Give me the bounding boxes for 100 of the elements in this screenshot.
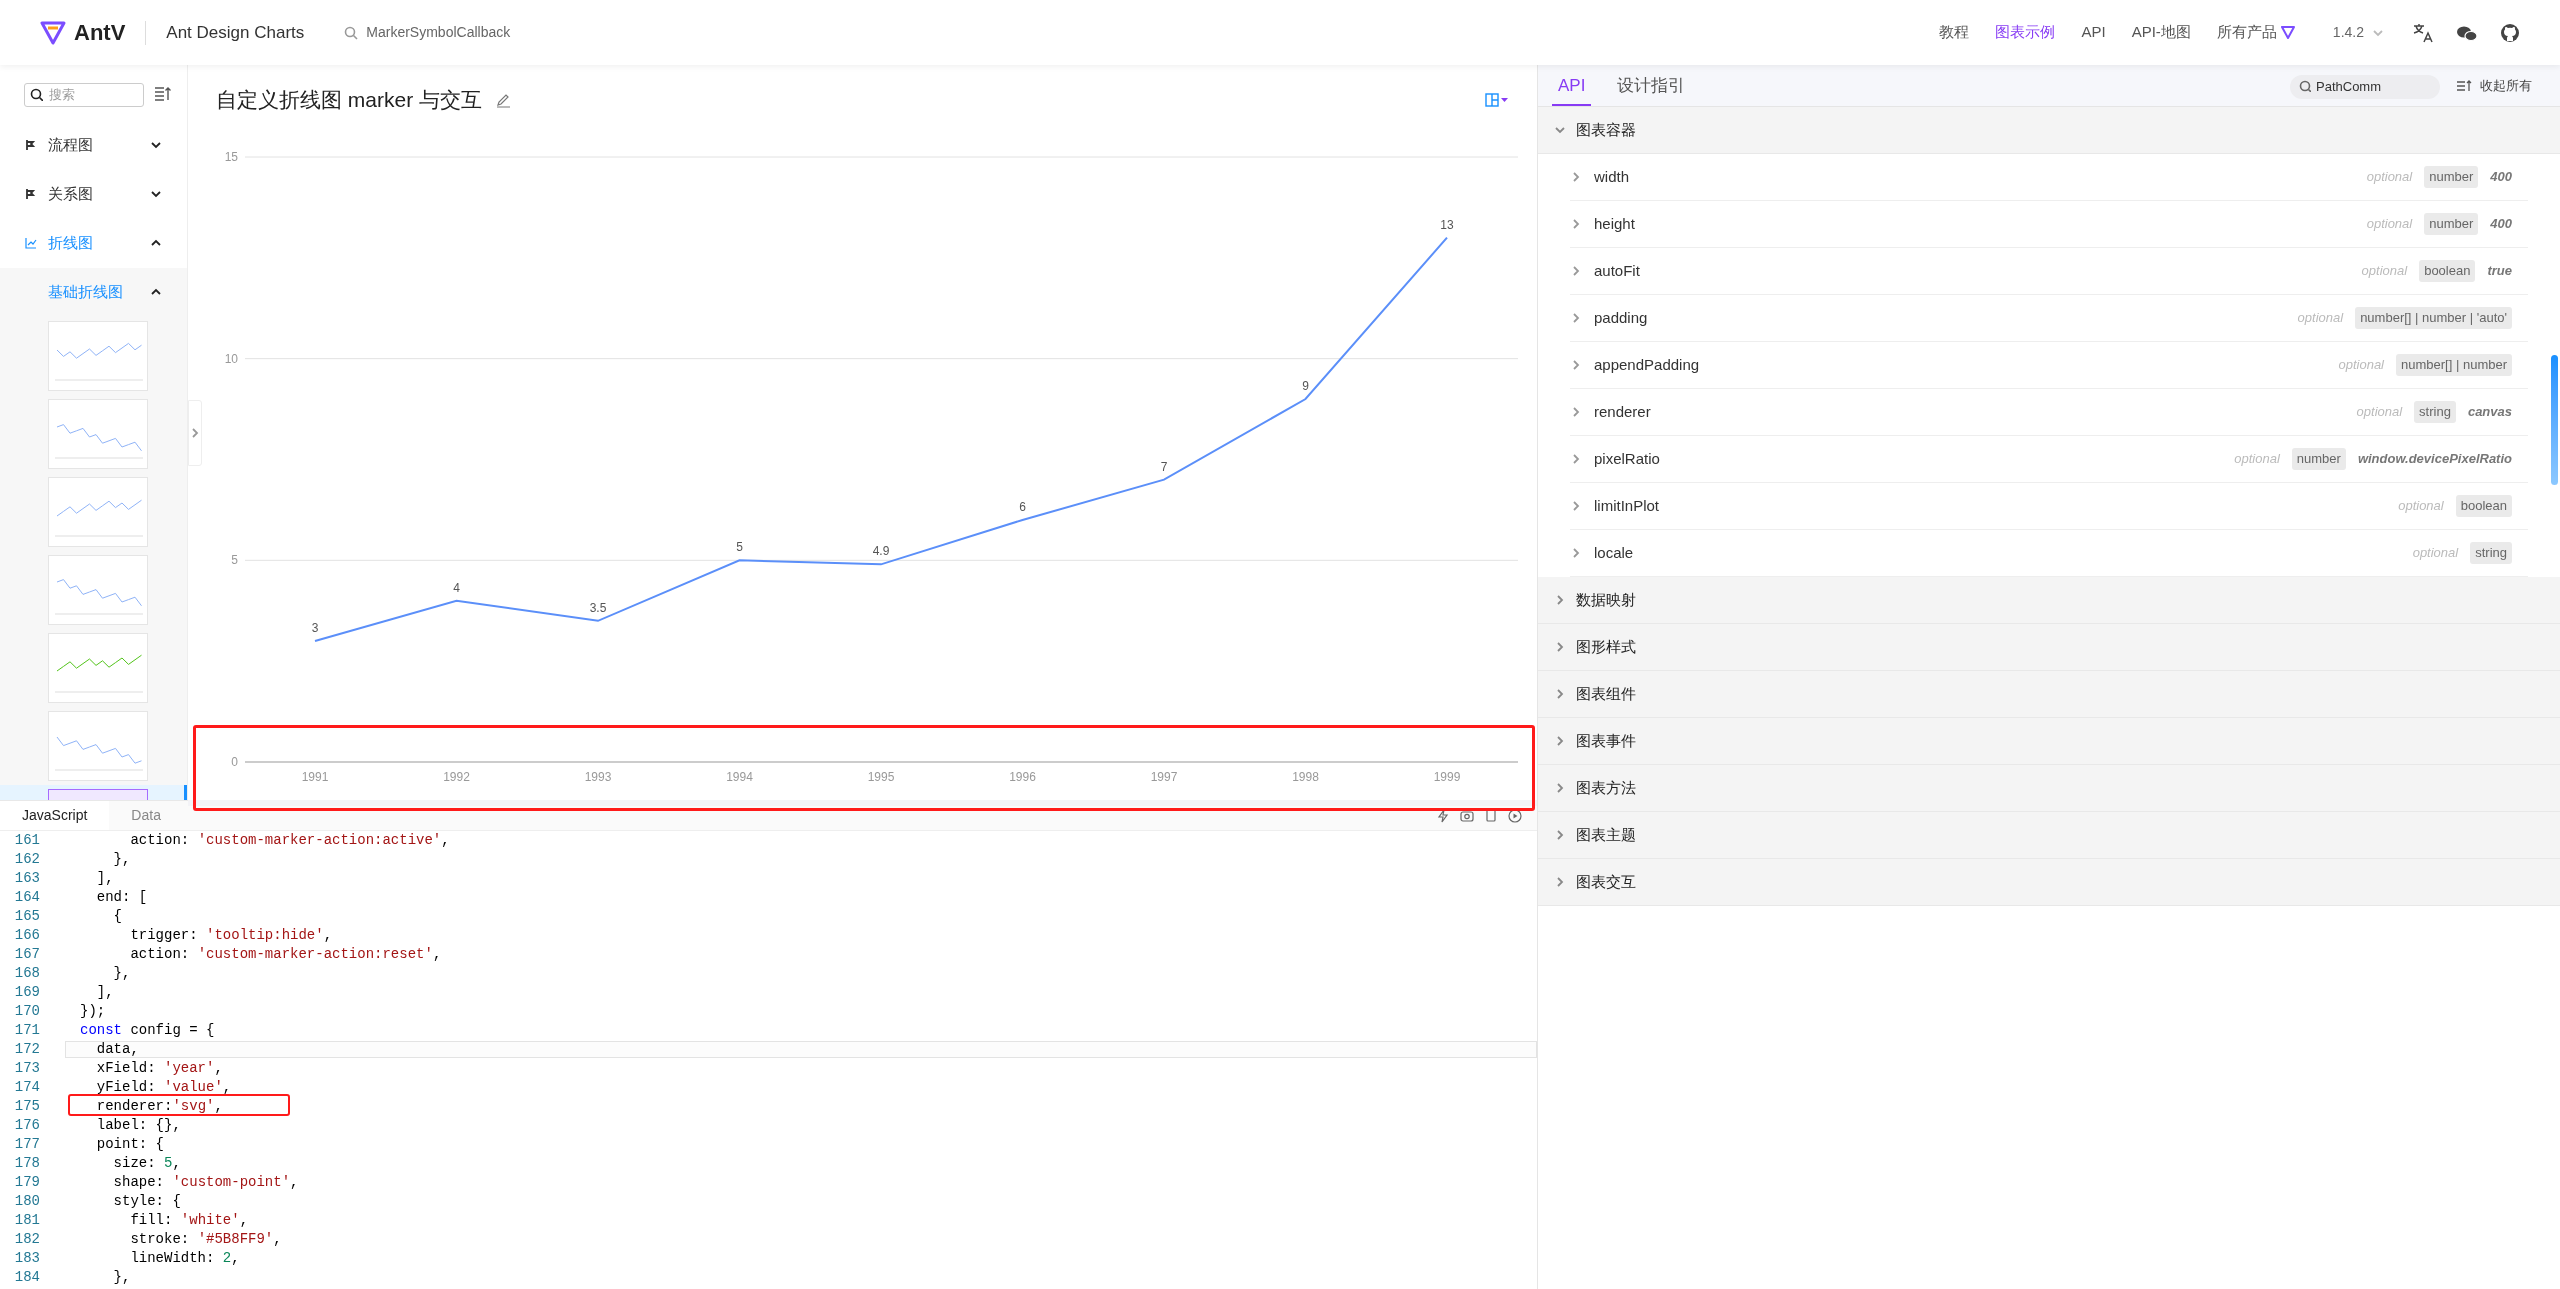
nav-link[interactable]: API-地图	[2131, 21, 2191, 44]
chevron-icon	[1554, 641, 1566, 653]
section-header[interactable]: 图表容器	[1538, 107, 2560, 154]
type-tag: boolean	[2455, 495, 2512, 517]
prop-name[interactable]: autoFit	[1594, 259, 2362, 283]
data-label: 13	[1440, 217, 1454, 232]
search-text[interactable]: MarkerSymbolCallback	[366, 22, 511, 43]
code-line: });	[80, 1003, 106, 1020]
nav-link[interactable]: 所有产品	[2216, 21, 2295, 44]
section-header[interactable]: 图形样式	[1538, 624, 2560, 671]
line-number: 182	[13, 1230, 40, 1249]
flag-icon	[25, 188, 37, 200]
optional-label: optional	[2356, 403, 2403, 422]
search-icon	[2299, 80, 2311, 93]
chevron-icon	[1570, 500, 1582, 512]
prop-name[interactable]: pixelRatio	[1594, 447, 2235, 471]
chevron-icon	[150, 188, 162, 200]
section-header[interactable]: 图表组件	[1538, 671, 2560, 718]
data-label: 7	[1160, 459, 1168, 474]
collapse-all-button[interactable]: 收起所有	[2456, 75, 2532, 96]
line-number: 168	[13, 964, 40, 983]
line-number: 175	[13, 1097, 40, 1116]
code-line: action: 'custom-marker-action:reset',	[129, 946, 442, 963]
product-name[interactable]: Ant Design Charts	[166, 19, 305, 46]
nav-link[interactable]: API	[2081, 21, 2106, 44]
line-number: 169	[13, 983, 40, 1002]
lightning-icon[interactable]	[1436, 808, 1450, 823]
chevron-icon	[1570, 359, 1582, 371]
nav-link[interactable]: 图表示例	[1995, 21, 2056, 44]
x-tick-label: 1995	[867, 770, 895, 784]
code-line: end: [	[95, 889, 148, 906]
x-tick-label: 1998	[1292, 770, 1319, 784]
default-value: canvas	[2467, 403, 2512, 422]
line-number: 171	[13, 1021, 40, 1040]
prop-name[interactable]: height	[1594, 212, 2367, 236]
code-line: lineWidth: 2,	[129, 1250, 240, 1267]
section-header[interactable]: 图表主题	[1538, 812, 2560, 859]
optional-label: optional	[2398, 497, 2444, 516]
code-line: yField: 'value',	[95, 1079, 232, 1096]
prop-name[interactable]: renderer	[1594, 400, 2357, 424]
line-number: 172	[13, 1040, 40, 1059]
chevron-icon	[1554, 782, 1566, 794]
prop-name[interactable]: limitInPlot	[1594, 494, 2399, 518]
line-number: 167	[13, 945, 40, 964]
search-field[interactable]: 搜索	[24, 82, 144, 107]
prop-name[interactable]: padding	[1594, 306, 2298, 330]
nav-link[interactable]: 教程	[1939, 21, 1970, 44]
menu-item[interactable]: 关系图	[0, 169, 187, 219]
code-line: },	[112, 851, 131, 868]
code-line: {	[112, 908, 122, 925]
section-header[interactable]: 图表方法	[1538, 765, 2560, 812]
camera-icon[interactable]	[1460, 808, 1474, 823]
version-select[interactable]: 1.4.2	[2332, 22, 2384, 43]
flag-icon	[25, 139, 37, 151]
line-number: 179	[13, 1173, 40, 1192]
logo-text[interactable]: AntV	[74, 16, 126, 49]
github-icon[interactable]	[2500, 22, 2520, 43]
editor-tab[interactable]: JavaScript	[0, 801, 110, 830]
logo-icon[interactable]	[40, 19, 66, 46]
sort-icon	[2456, 78, 2472, 93]
chevron-icon	[1554, 594, 1566, 606]
sort-icon[interactable]	[154, 85, 172, 104]
optional-label: optional	[2234, 450, 2280, 469]
line-number: 174	[13, 1078, 40, 1097]
prop-name[interactable]: locale	[1594, 541, 2413, 565]
code-line: label: {},	[95, 1117, 181, 1134]
y-tick-label: 10	[224, 351, 238, 366]
api-tab[interactable]: 设计指引	[1611, 68, 1692, 106]
menu-item[interactable]: 流程图	[0, 120, 187, 170]
code-line: trigger: 'tooltip:hide',	[129, 927, 333, 944]
y-tick-label: 15	[224, 150, 238, 164]
chart-title: 自定义折线图 marker 与交互	[216, 87, 482, 114]
prop-name[interactable]: width	[1594, 165, 2367, 189]
type-tag: number[] | number	[2396, 354, 2512, 376]
layout-icon[interactable]	[1485, 93, 1509, 107]
section-header[interactable]: 图表交互	[1538, 859, 2560, 906]
x-tick-label: 1992	[443, 770, 470, 784]
code-line: size: 5,	[112, 1155, 181, 1172]
scrollbar-thumb[interactable]	[2551, 355, 2558, 485]
code-line: },	[112, 1269, 131, 1286]
chevron-icon	[1570, 453, 1582, 465]
prop-name[interactable]: appendPadding	[1594, 353, 2339, 377]
edit-icon[interactable]	[496, 92, 511, 108]
section-header[interactable]: 图表事件	[1538, 718, 2560, 765]
chevron-icon	[1554, 124, 1566, 136]
copy-icon[interactable]	[1484, 808, 1498, 823]
chevron-icon	[1570, 171, 1582, 183]
play-icon[interactable]	[1508, 808, 1522, 823]
section-header[interactable]: 数据映射	[1538, 577, 2560, 624]
data-label: 3.5	[589, 600, 607, 615]
optional-label: optional	[2412, 544, 2459, 563]
editor-tab[interactable]: Data	[109, 801, 183, 830]
line-number: 183	[13, 1249, 40, 1268]
search-field[interactable]: PathComm	[2290, 74, 2440, 99]
chevron-icon	[1554, 829, 1566, 841]
translate-icon[interactable]	[2412, 21, 2434, 44]
line-number: 177	[13, 1135, 40, 1154]
chevron-icon	[1554, 876, 1566, 888]
default-value: true	[2487, 262, 2512, 281]
collapse-handle[interactable]	[188, 400, 202, 466]
